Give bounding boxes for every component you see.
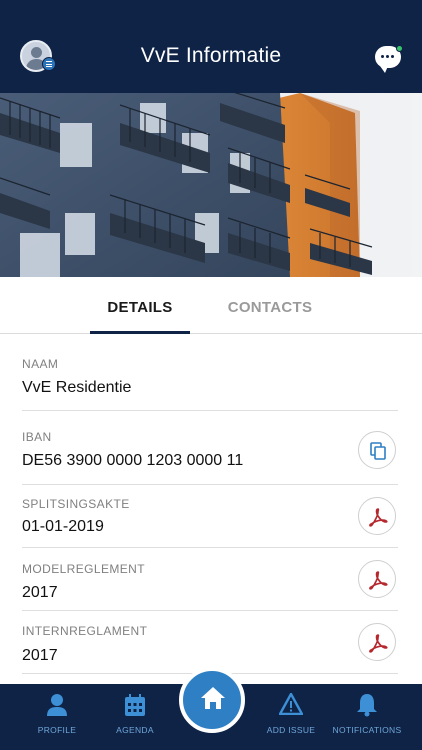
field-label: MODELREGLEMENT: [22, 562, 145, 576]
field-modelreglement: MODELREGLEMENT 2017: [22, 548, 398, 611]
warning-icon: [279, 693, 303, 715]
app-header: VvE Informatie: [0, 0, 422, 93]
nav-profile[interactable]: PROFILE: [22, 684, 92, 750]
copy-iban-button[interactable]: [358, 431, 396, 469]
field-value: 2017: [22, 584, 58, 601]
field-label: IBAN: [22, 430, 52, 444]
pdf-icon: [369, 571, 388, 590]
nav-agenda[interactable]: AGENDA: [100, 684, 170, 750]
building-photo: [0, 93, 422, 277]
active-tab-indicator: [90, 331, 190, 334]
field-naam: NAAM VvE Residentie: [22, 345, 398, 411]
online-status-dot: [396, 45, 403, 52]
home-icon: [201, 687, 225, 709]
modelreglement-pdf-button[interactable]: [358, 560, 396, 598]
nav-add-issue-label: ADD ISSUE: [266, 725, 316, 735]
tab-details[interactable]: DETAILS: [90, 299, 190, 316]
field-label: SPLITSINGSAKTE: [22, 497, 130, 511]
nav-add-issue[interactable]: ADD ISSUE: [255, 684, 327, 750]
internreglament-pdf-button[interactable]: [358, 623, 396, 661]
calendar-icon: [125, 694, 145, 716]
tab-contacts[interactable]: CONTACTS: [220, 299, 320, 316]
field-internreglament: INTERNREGLAMENT 2017: [22, 611, 398, 674]
pdf-icon: [369, 634, 388, 653]
field-label: INTERNREGLAMENT: [22, 624, 148, 638]
nav-notifications-label: NOTIFICATIONS: [332, 725, 402, 735]
bell-icon: [357, 694, 377, 717]
field-label: NAAM: [22, 357, 59, 371]
field-value: 2017: [22, 647, 58, 664]
nav-agenda-label: AGENDA: [116, 725, 154, 735]
copy-icon: [370, 442, 386, 460]
page-title: VvE Informatie: [140, 44, 282, 67]
person-icon: [47, 694, 67, 716]
nav-profile-label: PROFILE: [37, 725, 77, 735]
pdf-icon: [369, 508, 388, 527]
field-value: 01-01-2019: [22, 518, 104, 535]
field-value: VvE Residentie: [22, 379, 132, 396]
field-splitsingsakte: SPLITSINGSAKTE 01-01-2019: [22, 485, 398, 548]
field-value: DE56 3900 0000 1203 0000 11: [22, 452, 244, 469]
splitsingsakte-pdf-button[interactable]: [358, 497, 396, 535]
nav-notifications[interactable]: NOTIFICATIONS: [330, 684, 404, 750]
tab-bar: DETAILS CONTACTS: [0, 277, 422, 334]
home-button[interactable]: [179, 667, 245, 733]
field-iban: IBAN DE56 3900 0000 1203 0000 11: [22, 411, 398, 485]
